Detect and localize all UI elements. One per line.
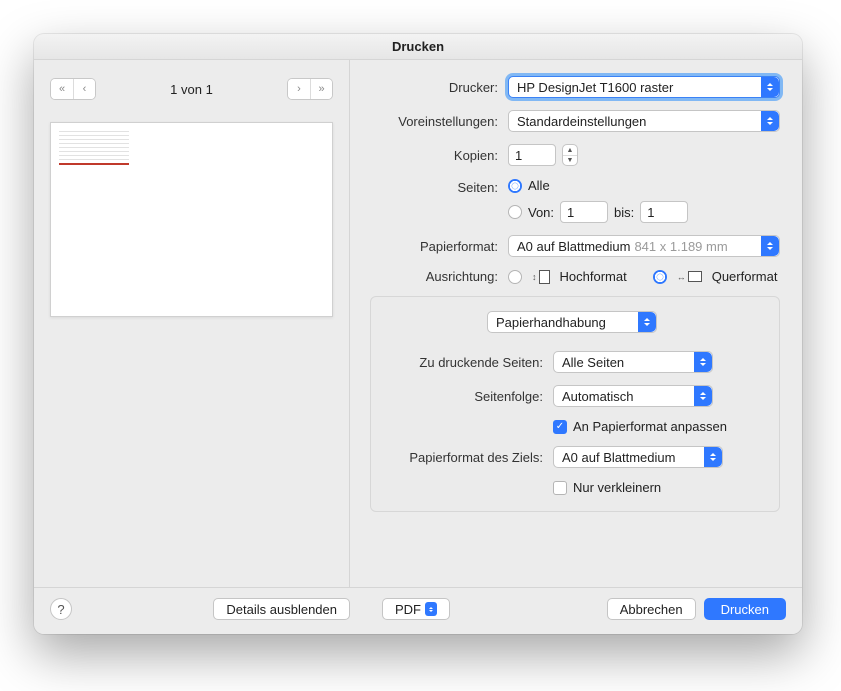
cancel-button[interactable]: Abbrechen: [607, 598, 696, 620]
chevron-updown-icon: [761, 77, 779, 97]
chevron-down-icon: ▼: [563, 155, 577, 165]
preview-thumbnail: [59, 131, 129, 165]
chevron-updown-icon: [761, 111, 779, 131]
help-button[interactable]: ?: [50, 598, 72, 620]
chevron-updown-icon: [761, 236, 779, 256]
pages-all-radio[interactable]: [508, 179, 522, 193]
title-text: Drucken: [392, 39, 444, 54]
paper-dim: 841 x 1.189 mm: [634, 239, 727, 254]
shrink-only-checkbox[interactable]: [553, 481, 567, 495]
print-button[interactable]: Drucken: [704, 598, 786, 620]
portrait-icon: ↕: [532, 270, 550, 284]
presets-select[interactable]: Standardeinstellungen: [508, 110, 780, 132]
page-order-value: Automatisch: [562, 389, 634, 404]
chevron-updown-icon: [638, 312, 656, 332]
pages-label: Seiten:: [370, 178, 508, 195]
paper-label: Papierformat:: [370, 239, 508, 254]
page-order-select[interactable]: Automatisch: [553, 385, 713, 407]
prev-page-group[interactable]: « ‹: [50, 78, 96, 100]
page-indicator: 1 von 1: [170, 82, 213, 97]
dialog-footer: ? Details ausblenden PDF Abbrechen Druck…: [34, 587, 802, 634]
pages-to-label: bis:: [614, 205, 634, 220]
presets-label: Voreinstellungen:: [370, 114, 508, 129]
target-paper-value: A0 auf Blattmedium: [562, 450, 675, 465]
print-pages-value: Alle Seiten: [562, 355, 624, 370]
target-paper-select[interactable]: A0 auf Blattmedium: [553, 446, 723, 468]
print-pages-select[interactable]: Alle Seiten: [553, 351, 713, 373]
preview-pane: « ‹ 1 von 1 › »: [34, 60, 350, 587]
shrink-only-label: Nur verkleinern: [573, 480, 661, 495]
printer-label: Drucker:: [370, 80, 508, 95]
orientation-label: Ausrichtung:: [370, 269, 508, 284]
pages-to-input[interactable]: 1: [640, 201, 688, 223]
chevron-updown-icon: [425, 602, 437, 616]
last-page-icon: »: [310, 79, 332, 99]
copies-stepper[interactable]: ▲ ▼: [562, 144, 578, 166]
next-page-icon: ›: [288, 79, 310, 99]
page-order-label: Seitenfolge:: [381, 389, 553, 404]
paper-select[interactable]: A0 auf Blattmedium 841 x 1.189 mm: [508, 235, 780, 257]
pages-all-label: Alle: [528, 178, 550, 193]
chevron-up-icon: ▲: [563, 145, 577, 155]
chevron-updown-icon: [704, 447, 722, 467]
copies-input[interactable]: 1: [508, 144, 556, 166]
page-preview: [50, 122, 333, 317]
chevron-updown-icon: [694, 352, 712, 372]
help-icon: ?: [57, 602, 64, 617]
copies-label: Kopien:: [370, 148, 508, 163]
pages-range-radio[interactable]: [508, 205, 522, 219]
chevron-updown-icon: [694, 386, 712, 406]
dialog-body: « ‹ 1 von 1 › »: [34, 60, 802, 587]
orientation-landscape-radio[interactable]: [653, 270, 667, 284]
orientation-portrait-label: Hochformat: [560, 269, 627, 284]
section-panel: Papierhandhabung Zu druckende Seiten: Al…: [370, 296, 780, 512]
print-dialog: Drucken « ‹ 1 von 1 › »: [34, 34, 802, 634]
landscape-icon: ↔: [677, 271, 702, 282]
fit-to-paper-label: An Papierformat anpassen: [573, 419, 727, 434]
fit-to-paper-checkbox[interactable]: ✓: [553, 420, 567, 434]
next-page-group[interactable]: › »: [287, 78, 333, 100]
settings-pane: Drucker: HP DesignJet T1600 raster Vorei…: [350, 60, 802, 587]
printer-select[interactable]: HP DesignJet T1600 raster: [508, 76, 780, 98]
section-value: Papierhandhabung: [496, 315, 606, 330]
print-pages-label: Zu druckende Seiten:: [381, 355, 553, 370]
pages-from-label: Von:: [528, 205, 554, 220]
orientation-landscape-label: Querformat: [712, 269, 778, 284]
window-title: Drucken: [34, 34, 802, 60]
printer-value: HP DesignJet T1600 raster: [517, 80, 673, 95]
target-paper-label: Papierformat des Ziels:: [381, 450, 553, 465]
toggle-details-button[interactable]: Details ausblenden: [213, 598, 350, 620]
pages-from-input[interactable]: 1: [560, 201, 608, 223]
presets-value: Standardeinstellungen: [517, 114, 646, 129]
first-page-icon: «: [51, 79, 73, 99]
page-navigation: « ‹ 1 von 1 › »: [50, 78, 333, 100]
section-select[interactable]: Papierhandhabung: [487, 311, 657, 333]
prev-page-icon: ‹: [73, 79, 95, 99]
paper-value: A0 auf Blattmedium: [517, 239, 630, 254]
orientation-portrait-radio[interactable]: [508, 270, 522, 284]
pdf-menu-button[interactable]: PDF: [382, 598, 450, 620]
